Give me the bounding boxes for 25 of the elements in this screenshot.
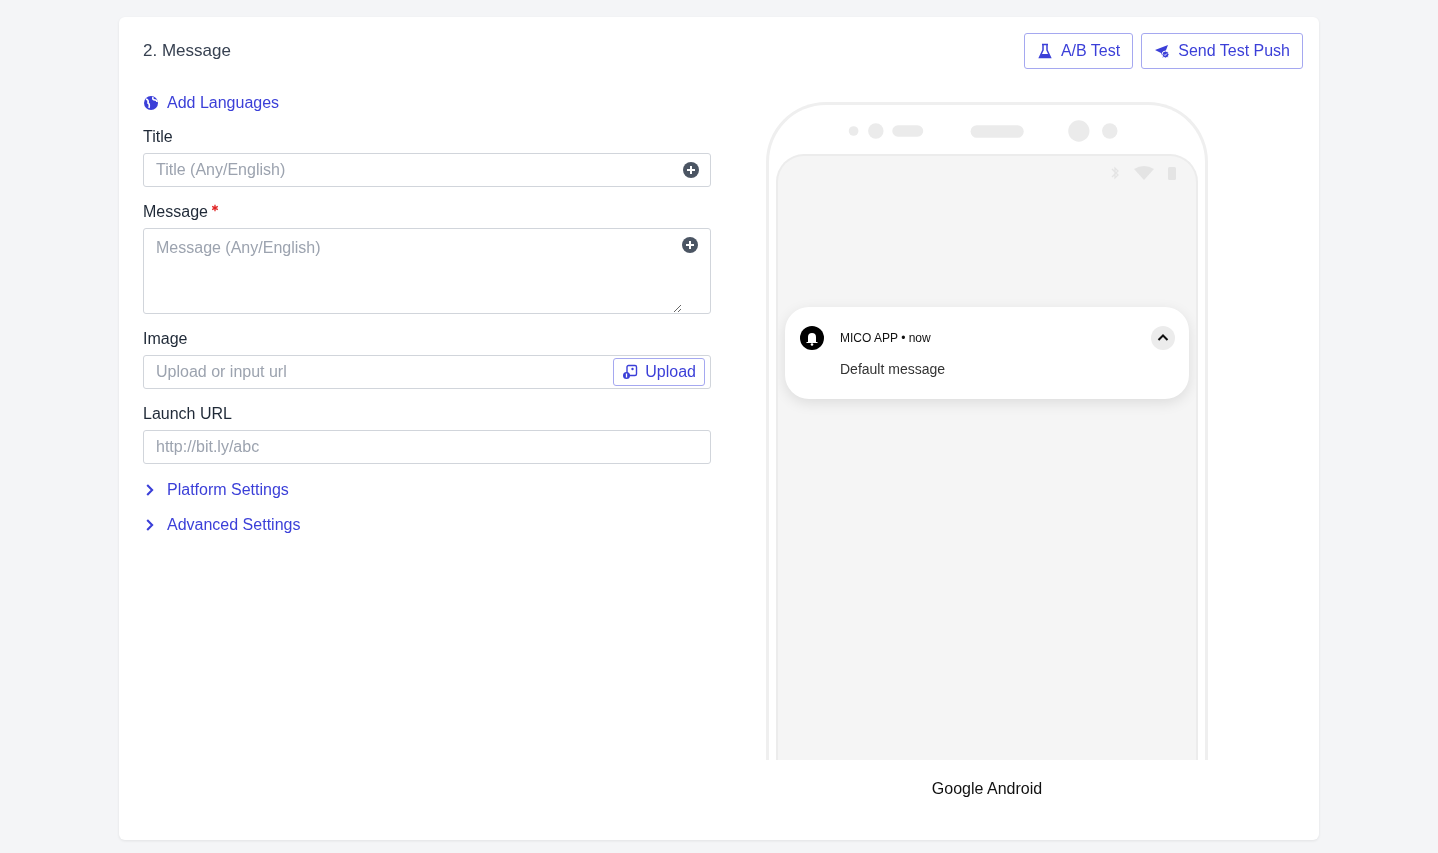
section-title: 2. Message bbox=[143, 41, 232, 61]
message-textarea[interactable]: Message (Any/English) bbox=[143, 228, 711, 314]
field-label: Image bbox=[143, 330, 188, 348]
globe-icon bbox=[143, 95, 159, 111]
notification-app-name: MICO APP • now bbox=[840, 331, 932, 345]
bell-icon bbox=[800, 326, 824, 350]
toolbar-button[interactable]: A/B Test bbox=[1023, 33, 1134, 69]
upload-button[interactable]: Upload bbox=[613, 358, 705, 386]
input-field[interactable]: Title (Any/English) bbox=[143, 153, 711, 187]
add-circle-icon[interactable] bbox=[682, 237, 698, 253]
field-label: Title bbox=[143, 128, 173, 146]
field-label: Message bbox=[143, 203, 208, 221]
add-languages-link[interactable]: Add Languages bbox=[143, 94, 280, 112]
image-upload-icon bbox=[622, 364, 639, 380]
device-label: Google Android bbox=[931, 780, 1043, 798]
flask-icon bbox=[1036, 43, 1053, 59]
add-circle-icon[interactable] bbox=[683, 162, 699, 178]
toolbar-button[interactable]: Send Test Push bbox=[1141, 33, 1303, 69]
collapsible-toggle[interactable]: Platform Settings bbox=[143, 481, 289, 499]
paper-plane-icon bbox=[1154, 43, 1171, 59]
input-field[interactable]: http://bit.ly/abc bbox=[143, 430, 711, 464]
chevron-up-icon[interactable] bbox=[1151, 326, 1175, 350]
collapsible-toggle[interactable]: Advanced Settings bbox=[143, 516, 301, 534]
field-label: Launch URL bbox=[143, 405, 232, 423]
notification-message: Default message bbox=[840, 361, 947, 377]
